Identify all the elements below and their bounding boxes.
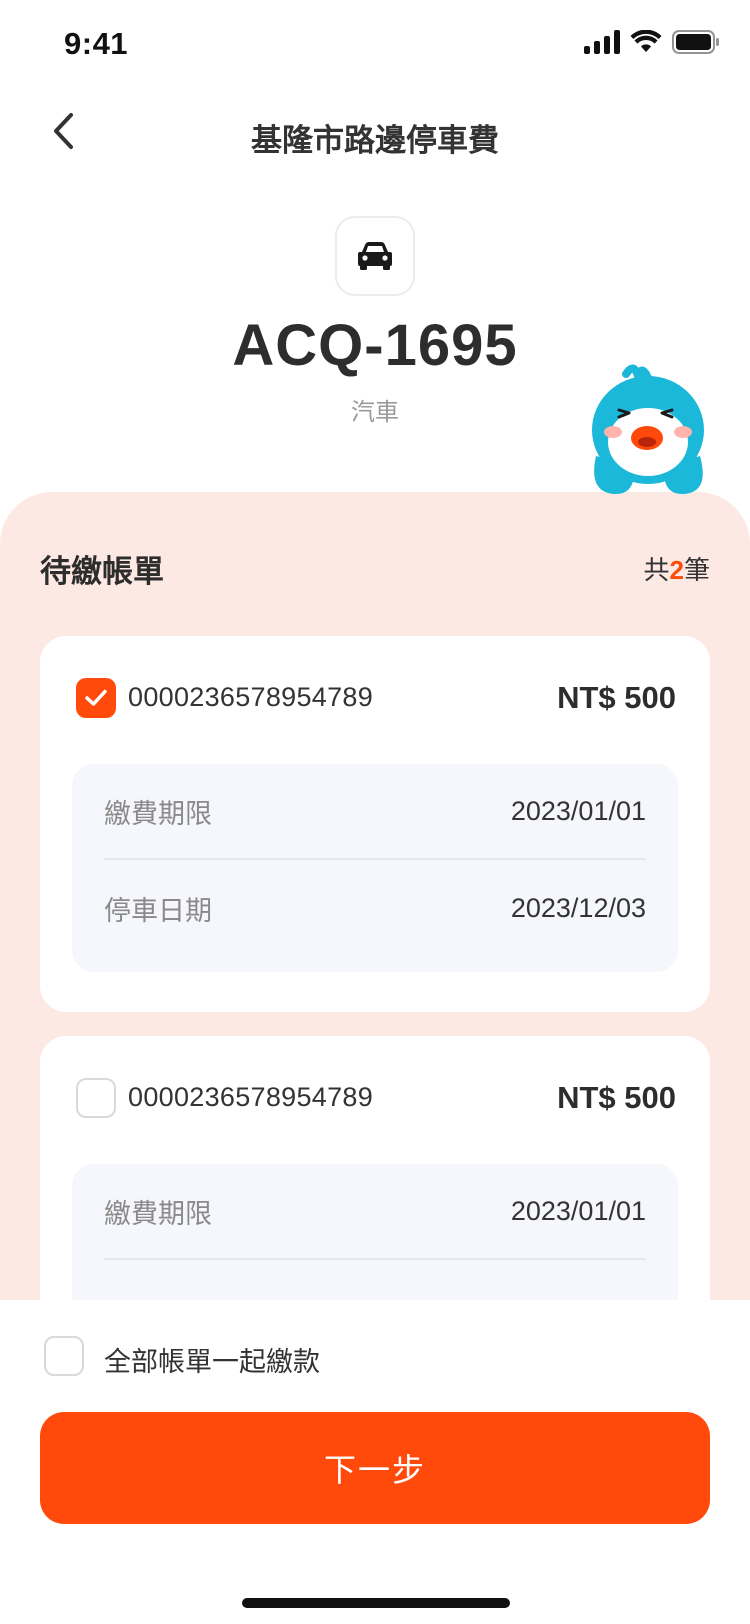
status-time: 9:41: [64, 26, 129, 61]
status-icons: [584, 30, 720, 54]
mascot-illustration: [592, 364, 704, 495]
parking-date-row: 停車日期 2023/12/03: [104, 860, 646, 956]
due-date-row: 繳費期限 2023/01/01: [104, 1164, 646, 1260]
bill-count-prefix: 共: [643, 555, 670, 585]
navigation-bar: 基隆市路邊停車費: [0, 95, 750, 175]
cellular-signal-icon: [584, 30, 620, 54]
bill-details: 繳費期限 2023/01/01 停車日期 2023/12/03: [72, 764, 678, 972]
pay-all-label[interactable]: 全部帳單一起繳款: [104, 1340, 320, 1379]
bill-count: 共2筆: [644, 550, 711, 587]
due-date-row: 繳費期限 2023/01/01: [104, 764, 646, 860]
battery-icon: [672, 30, 719, 54]
due-date-label: 繳費期限: [104, 798, 212, 829]
bill-count-suffix: 筆: [683, 555, 710, 585]
bill-number: 0000236578954789: [128, 682, 374, 712]
due-date-value: 2023/01/01: [510, 1195, 646, 1226]
section-title: 待繳帳單: [40, 554, 164, 589]
bill-number: 0000236578954789: [128, 1082, 374, 1112]
bill-checkbox[interactable]: [76, 678, 116, 718]
bill-card[interactable]: 0000236578954789 NT$ 500 繳費期限 2023/01/01…: [40, 636, 710, 1012]
parking-date-value: 2023/12/03: [510, 892, 646, 923]
parking-date-label: 停車日期: [104, 895, 212, 926]
page-title: 基隆市路邊停車費: [251, 123, 499, 158]
bill-count-number: 2: [669, 555, 684, 585]
next-step-button[interactable]: 下一步: [40, 1412, 710, 1524]
home-indicator: [242, 1598, 510, 1608]
bill-amount: NT$ 500: [557, 1080, 676, 1115]
due-date-value: 2023/01/01: [510, 795, 646, 826]
bottom-action-bar: 全部帳單一起繳款 下一步: [0, 1300, 750, 1624]
bill-amount: NT$ 500: [557, 680, 676, 715]
due-date-label: 繳費期限: [104, 1198, 212, 1229]
check-icon: [85, 689, 107, 706]
car-icon: [358, 242, 392, 270]
status-bar: 9:41: [0, 0, 750, 90]
pay-all-checkbox[interactable]: [44, 1336, 84, 1376]
vehicle-icon-box: [335, 216, 415, 296]
bill-checkbox[interactable]: [76, 1078, 116, 1118]
wifi-icon: [630, 30, 662, 52]
bill-card[interactable]: 0000236578954789 NT$ 500 繳費期限 2023/01/01: [40, 1036, 710, 1372]
